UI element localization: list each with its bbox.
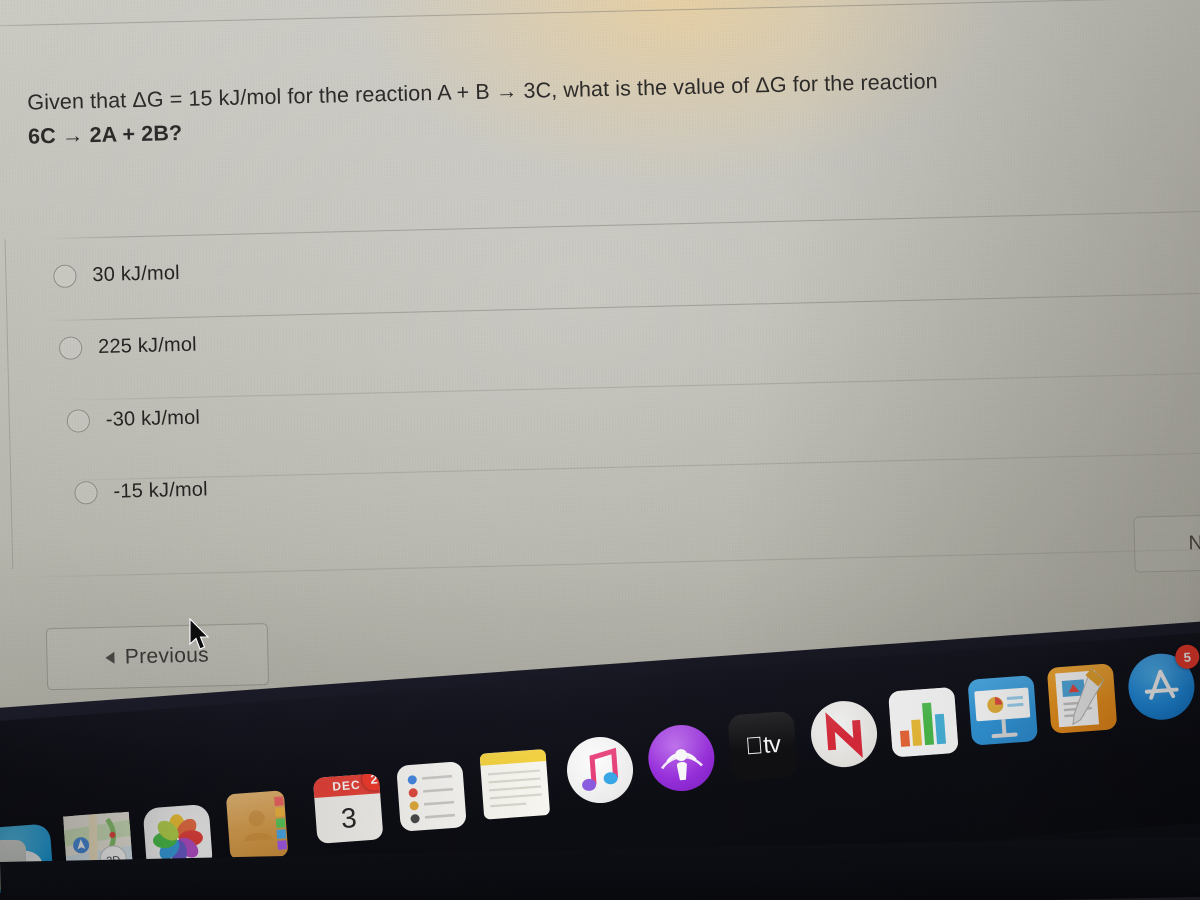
dock-item-keynote[interactable] xyxy=(967,675,1039,746)
option-label: 30 kJ/mol xyxy=(92,262,181,287)
option-row-1[interactable]: 30 kJ/mol xyxy=(53,262,181,289)
option-label: 225 kJ/mol xyxy=(97,333,198,358)
previous-button-label: Previous xyxy=(124,643,210,669)
bar-chart-icon xyxy=(888,686,959,758)
dock-item-apple-tv[interactable]:  tv xyxy=(727,710,799,782)
document-pencil-icon xyxy=(1055,667,1105,728)
apple-logo-icon:  xyxy=(744,732,763,761)
question-text: Given that ΔG = 15 kJ/mol for the reacti… xyxy=(27,58,1200,154)
dock-item-pages[interactable] xyxy=(1046,663,1118,734)
reminders-list-icon xyxy=(407,774,456,824)
divider-nav xyxy=(18,547,1200,578)
previous-button[interactable]: Previous xyxy=(45,623,270,691)
news-n-icon xyxy=(825,712,863,758)
option-label: -30 kJ/mol xyxy=(105,406,201,431)
app-store-badge: 5 xyxy=(1174,643,1200,670)
dock-item-podcasts[interactable] xyxy=(646,722,717,794)
divider-left-rail xyxy=(4,239,14,570)
radio-button-icon[interactable] xyxy=(74,481,98,505)
option-row-4[interactable]: -15 kJ/mol xyxy=(74,478,209,505)
divider-option-3 xyxy=(50,371,1200,402)
divider-option-4 xyxy=(54,451,1200,482)
option-label: -15 kJ/mol xyxy=(113,478,209,503)
address-book-icon xyxy=(244,796,287,850)
notepad-icon xyxy=(479,748,547,808)
podcast-icon xyxy=(660,749,703,781)
next-button-label: Next xyxy=(1188,530,1200,554)
dock-item-music[interactable] xyxy=(564,734,636,806)
divider-option-2 xyxy=(46,291,1200,322)
dock-item-numbers[interactable] xyxy=(888,686,959,758)
triangle-left-icon xyxy=(105,651,116,664)
dock-item-calendar[interactable]: DEC 3 2 xyxy=(312,773,384,844)
radio-button-icon[interactable] xyxy=(53,264,77,289)
photographed-laptop-screen: Given that ΔG = 15 kJ/mol for the reacti… xyxy=(0,0,1200,900)
option-row-3[interactable]: -30 kJ/mol xyxy=(66,406,201,433)
dock-item-news[interactable] xyxy=(808,698,880,770)
option-row-2[interactable]: 225 kJ/mol xyxy=(58,333,198,360)
apple-tv-label: tv xyxy=(753,731,781,760)
dock-item-contacts[interactable] xyxy=(225,790,289,861)
dock-item-app-store[interactable]: 5 xyxy=(1126,643,1200,723)
divider-top xyxy=(0,0,1200,28)
presentation-icon xyxy=(974,687,1031,739)
divider-option-1 xyxy=(42,209,1200,240)
radio-button-icon[interactable] xyxy=(58,336,83,360)
next-button[interactable]: Next xyxy=(1133,513,1200,573)
dock-item-reminders[interactable] xyxy=(396,761,467,832)
music-note-icon xyxy=(582,747,619,791)
dock-item-notes[interactable] xyxy=(479,748,551,820)
radio-button-icon[interactable] xyxy=(66,409,91,433)
calendar-day: 3 xyxy=(339,802,358,835)
